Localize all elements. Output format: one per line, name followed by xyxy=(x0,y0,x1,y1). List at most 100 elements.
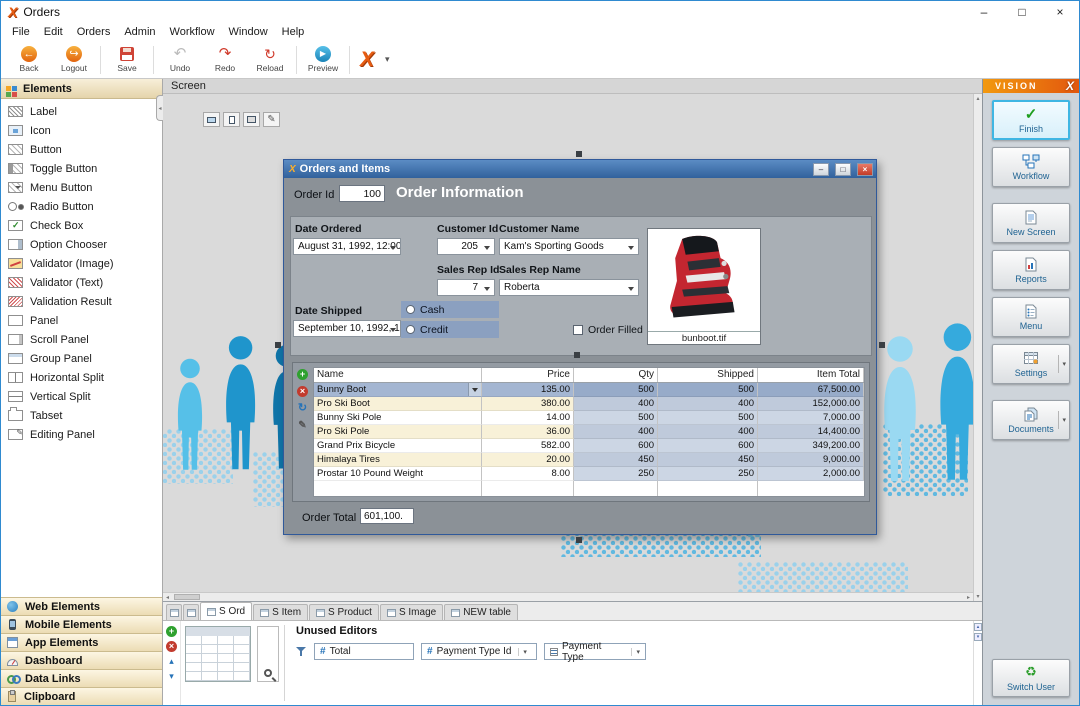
panel-scrollbar[interactable]: ▴ ▾ xyxy=(973,621,982,705)
order-id-input[interactable]: 100 xyxy=(339,185,385,202)
scroll-left-icon[interactable]: ◂ xyxy=(163,594,172,601)
redo-button[interactable]: ↷ Redo xyxy=(203,43,247,77)
product-image-panel[interactable]: bunboot.tif xyxy=(647,228,761,345)
cell-item-total[interactable]: 2,000.00 xyxy=(758,467,864,481)
section-web-elements[interactable]: Web Elements xyxy=(1,597,162,615)
finish-button[interactable]: ✓ Finish xyxy=(992,100,1070,140)
menu-workflow[interactable]: Workflow xyxy=(163,26,222,38)
vertical-scrollbar[interactable]: ▴ ▾ xyxy=(973,94,982,601)
cell-price[interactable]: 8.00 xyxy=(482,467,574,481)
cell-price[interactable]: 380.00 xyxy=(482,397,574,411)
menu-help[interactable]: Help xyxy=(275,26,312,38)
cell-price[interactable]: 20.00 xyxy=(482,453,574,467)
section-clipboard[interactable]: Clipboard xyxy=(1,687,162,705)
sidebar-item-horizontal-split[interactable]: Horizontal Split xyxy=(1,368,162,387)
date-ordered-dropdown[interactable]: August 31, 1992, 12:00 xyxy=(293,238,401,255)
panel-scroll-up-icon[interactable]: ▴ xyxy=(974,623,982,631)
cell-name[interactable]: Grand Prix Bicycle xyxy=(314,439,482,453)
credit-radio-option[interactable]: Credit xyxy=(401,321,499,338)
menu-admin[interactable]: Admin xyxy=(117,26,162,38)
remove-icon[interactable]: × xyxy=(166,641,177,652)
column-header-item-total[interactable]: Item Total xyxy=(758,368,864,382)
sidebar-item-button[interactable]: Button xyxy=(1,140,162,159)
cell-item-total[interactable]: 7,000.00 xyxy=(758,411,864,425)
scroll-down-icon[interactable]: ▾ xyxy=(976,593,979,600)
dialog-minimize-button[interactable]: – xyxy=(813,163,829,176)
workflow-button[interactable]: Workflow xyxy=(992,147,1070,187)
credit-radio-icon[interactable] xyxy=(406,325,415,334)
sidebar-item-scroll-panel[interactable]: Scroll Panel xyxy=(1,330,162,349)
cell-shipped[interactable]: 400 xyxy=(658,397,758,411)
cell-shipped[interactable]: 250 xyxy=(658,467,758,481)
order-form-panel[interactable]: Date Ordered August 31, 1992, 12:00 Cust… xyxy=(290,216,872,356)
menu-file[interactable]: File xyxy=(5,26,37,38)
orders-and-items-dialog[interactable]: X Orders and Items – □ × Order Id 100 Or… xyxy=(283,159,877,535)
selection-handle[interactable] xyxy=(275,342,281,348)
cell-qty[interactable]: 400 xyxy=(574,397,658,411)
cell-item-total[interactable]: 152,000.00 xyxy=(758,397,864,411)
table-row[interactable]: Himalaya Tires 20.00 450 450 9,000.00 xyxy=(314,453,864,467)
table-row[interactable]: Bunny Ski Pole 14.00 500 500 7,000.00 xyxy=(314,411,864,425)
scrollbar-thumb[interactable] xyxy=(174,594,200,600)
sidebar-item-group-panel[interactable]: Group Panel xyxy=(1,349,162,368)
print-button[interactable] xyxy=(243,112,260,127)
dialog-close-button[interactable]: × xyxy=(857,163,873,176)
cell-price[interactable]: 582.00 xyxy=(482,439,574,453)
logout-button[interactable]: ↪ Logout xyxy=(52,43,96,77)
cell-qty[interactable]: 450 xyxy=(574,453,658,467)
cell-shipped[interactable]: 450 xyxy=(658,453,758,467)
sidebar-item-editing-panel[interactable]: Editing Panel xyxy=(1,425,162,444)
cell-name[interactable]: Bunny Boot xyxy=(314,383,482,397)
sidebar-collapse-grip[interactable]: ◂ xyxy=(156,95,163,121)
panel-scroll-down-icon[interactable]: ▾ xyxy=(974,633,982,641)
table-row[interactable]: Pro Ski Boot 380.00 400 400 152,000.00 xyxy=(314,397,864,411)
order-total-input[interactable]: 601,100. xyxy=(360,508,414,524)
payment-type-editor-chip[interactable]: Payment Type ▾ xyxy=(544,643,646,660)
sidebar-item-check-box[interactable]: Check Box xyxy=(1,216,162,235)
tablet-preview-button[interactable] xyxy=(223,112,240,127)
selection-handle[interactable] xyxy=(879,342,885,348)
sales-rep-id-dropdown[interactable]: 7 xyxy=(437,279,495,296)
chevron-down-icon[interactable]: ▾ xyxy=(1058,411,1067,429)
delete-row-icon[interactable]: × xyxy=(297,386,308,397)
documents-button[interactable]: Documents ▾ xyxy=(992,400,1070,440)
horizontal-scrollbar[interactable]: ◂ ▸ xyxy=(163,592,973,601)
table-row[interactable]: Prostar 10 Pound Weight 8.00 250 250 2,0… xyxy=(314,467,864,481)
cell-price[interactable]: 135.00 xyxy=(482,383,574,397)
add-row-icon[interactable]: + xyxy=(297,369,308,380)
date-shipped-dropdown[interactable]: September 10, 1992, 1 xyxy=(293,320,401,337)
sidebar-item-panel[interactable]: Panel xyxy=(1,311,162,330)
cell-item-total[interactable]: 67,500.00 xyxy=(758,383,864,397)
new-screen-button[interactable]: New Screen xyxy=(992,203,1070,243)
order-filled-checkbox-icon[interactable] xyxy=(573,325,583,335)
switch-user-button[interactable]: ♻ Switch User xyxy=(992,659,1070,697)
selection-handle[interactable] xyxy=(576,537,582,543)
section-data-links[interactable]: Data Links xyxy=(1,669,162,687)
section-dashboard[interactable]: Dashboard xyxy=(1,651,162,669)
tab-s-product[interactable]: S Product xyxy=(309,604,379,620)
undo-button[interactable]: ↶ Undo xyxy=(158,43,202,77)
reports-button[interactable]: Reports xyxy=(992,250,1070,290)
sidebar-item-toggle-button[interactable]: Toggle Button xyxy=(1,159,162,178)
cell-qty[interactable]: 400 xyxy=(574,425,658,439)
move-up-icon[interactable]: ▴ xyxy=(169,656,174,667)
sidebar-item-tabset[interactable]: Tabset xyxy=(1,406,162,425)
screen-tab-label[interactable]: Screen xyxy=(171,80,206,92)
add-icon[interactable]: + xyxy=(166,626,177,637)
table-row[interactable]: Grand Prix Bicycle 582.00 600 600 349,20… xyxy=(314,439,864,453)
elements-header[interactable]: Elements xyxy=(1,79,162,99)
refresh-rows-icon[interactable]: ↻ xyxy=(297,403,308,414)
column-header-shipped[interactable]: Shipped xyxy=(658,368,758,382)
chevron-down-icon[interactable]: ▾ xyxy=(1058,355,1067,373)
cell-name[interactable]: Himalaya Tires xyxy=(314,453,482,467)
sidebar-item-validator-text[interactable]: Validator (Text) xyxy=(1,273,162,292)
sidebar-item-label[interactable]: Label xyxy=(1,102,162,121)
cell-name[interactable]: Pro Ski Pole xyxy=(314,425,482,439)
preview-button[interactable]: ▶ Preview xyxy=(301,43,345,77)
cell-item-total[interactable]: 14,400.00 xyxy=(758,425,864,439)
save-button[interactable]: Save xyxy=(105,43,149,77)
menu-button[interactable]: Menu xyxy=(992,297,1070,337)
sidebar-item-validation-result[interactable]: Validation Result xyxy=(1,292,162,311)
back-button[interactable]: ← Back xyxy=(7,43,51,77)
section-mobile-elements[interactable]: Mobile Elements xyxy=(1,615,162,633)
